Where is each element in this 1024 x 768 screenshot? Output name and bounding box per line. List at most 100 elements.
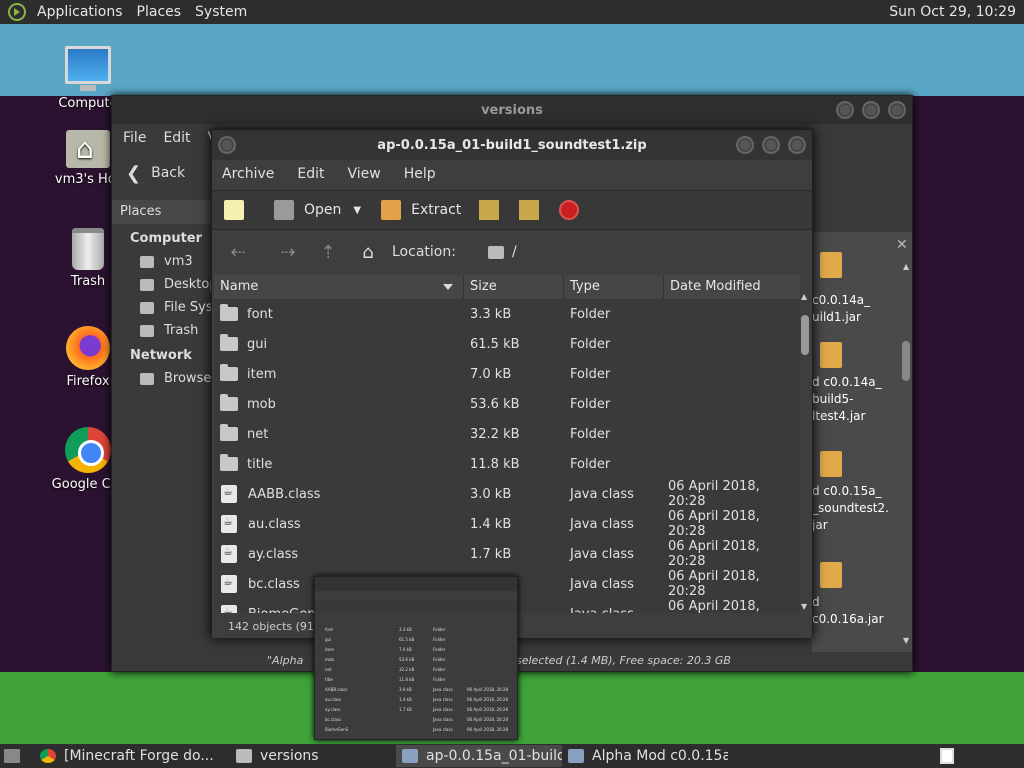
menu-edit[interactable]: Edit	[297, 166, 324, 182]
desktop-icon	[140, 278, 154, 291]
taskbar-item-archive[interactable]: ap-0.0.15a_01-build...	[396, 745, 562, 767]
stop-icon[interactable]	[559, 200, 580, 220]
row-type: Folder	[570, 306, 611, 322]
archive-titlebar[interactable]: ap-0.0.15a_01-build1_soundtest1.zip	[212, 130, 812, 160]
taskbar-item-chrome[interactable]: [Minecraft Forge do...	[34, 745, 230, 767]
clock[interactable]: Sun Oct 29, 10:29	[889, 4, 1016, 20]
scroll-down-icon[interactable]: ▼	[903, 636, 909, 645]
row-type: Folder	[570, 336, 611, 352]
archive-file-list[interactable]: Name Size Type Date Modified font 3.3 kB F…	[214, 275, 800, 613]
window-menu-button[interactable]	[218, 136, 236, 154]
column-header-type[interactable]: Type	[564, 275, 664, 299]
scrollbar-thumb[interactable]	[902, 341, 910, 381]
scroll-up-icon[interactable]: ▲	[903, 262, 909, 271]
sidebar-item-browse-network[interactable]: Browse N	[112, 367, 212, 390]
scroll-up-icon[interactable]: ▲	[801, 292, 807, 301]
table-row[interactable]: AABB.class 3.0 kB Java class 06 April 2018,…	[214, 479, 800, 509]
window-preview-thumbnail[interactable]: font 3.3 kB Folder gui 61.5 kB Folder item 7.0 …	[314, 576, 518, 740]
window-title: ap-0.0.15a_01-build1_soundtest1.zip	[377, 137, 647, 153]
vertical-scrollbar[interactable]: ▲ ▼	[800, 292, 810, 612]
minimize-button[interactable]	[736, 136, 754, 154]
menu-edit[interactable]: Edit	[163, 130, 190, 146]
distro-logo-icon[interactable]	[8, 3, 26, 21]
maximize-button[interactable]	[762, 136, 780, 154]
add-files-icon[interactable]	[479, 200, 500, 220]
folder-icon	[236, 749, 252, 763]
sidebar-item-vm3[interactable]: vm3	[112, 250, 212, 273]
up-icon[interactable]: ⇡	[316, 242, 340, 263]
maximize-button[interactable]	[862, 101, 880, 119]
new-archive-icon[interactable]	[224, 200, 244, 220]
home-icon[interactable]: ⌂	[356, 242, 380, 263]
menu-view[interactable]: View	[348, 166, 381, 182]
menu-places[interactable]: Places	[134, 4, 185, 20]
row-name: font	[247, 306, 273, 322]
close-button[interactable]	[788, 136, 806, 154]
menu-file[interactable]: File	[123, 130, 146, 146]
home-icon	[140, 255, 154, 268]
table-row[interactable]: item 7.0 kB Folder	[214, 359, 800, 389]
thumbnail-row: bc.class Java class 06 April 2018, 20:28	[325, 717, 509, 722]
java-class-icon	[221, 605, 237, 613]
scroll-down-icon[interactable]: ▼	[801, 602, 807, 611]
file-item-jar[interactable]: d c0.0.15a_ _soundtest2. jar	[812, 451, 894, 534]
vertical-scrollbar[interactable]: ▲ ▼	[902, 262, 910, 646]
jar-file-icon	[820, 342, 842, 368]
add-folder-icon[interactable]	[519, 200, 540, 220]
file-item-jar[interactable]: d c0.0.16a.jar	[812, 562, 894, 628]
folder-icon	[487, 245, 504, 259]
file-item-jar[interactable]: d c0.0.14a_ build5- ltest4.jar	[812, 342, 894, 425]
open-dropdown-icon[interactable]: ▼	[353, 205, 361, 216]
thumbnail-row: ay.class 1.7 kB Java class 06 April 2018, 2…	[325, 707, 509, 712]
sidebar-item-filesystem[interactable]: File Syst	[112, 296, 212, 319]
close-button[interactable]	[888, 101, 906, 119]
versions-titlebar[interactable]: versions	[112, 96, 912, 124]
taskbar-item-alpha-mod[interactable]: Alpha Mod c0.0.15a...	[562, 745, 728, 767]
workspace-switcher-icon[interactable]	[940, 748, 954, 764]
row-type: Folder	[570, 456, 611, 472]
table-row[interactable]: font 3.3 kB Folder	[214, 299, 800, 329]
location-bar: ⇠ ⇢ ⇡ ⌂ Location: /	[212, 232, 812, 272]
show-desktop-icon[interactable]	[4, 749, 20, 763]
sidebar-item-desktop[interactable]: Desktop	[112, 273, 212, 296]
back-button[interactable]: Back	[151, 165, 185, 181]
row-type: Java class	[564, 607, 664, 614]
back-icon[interactable]: ⇠	[226, 242, 250, 263]
table-row[interactable]: net 32.2 kB Folder	[214, 419, 800, 449]
row-type: Folder	[570, 396, 611, 412]
column-header-date[interactable]: Date Modified	[664, 275, 800, 299]
column-header-size[interactable]: Size	[464, 275, 564, 299]
taskbar-item-versions[interactable]: versions	[230, 745, 396, 767]
open-icon[interactable]	[274, 200, 294, 220]
row-size: 1.4 kB	[470, 516, 512, 532]
column-header-name[interactable]: Name	[214, 275, 464, 299]
network-icon	[140, 372, 154, 385]
scrollbar-thumb[interactable]	[801, 315, 809, 355]
menu-help[interactable]: Help	[404, 166, 436, 182]
close-icon[interactable]: ✕	[896, 237, 908, 253]
table-row[interactable]: mob 53.6 kB Folder	[214, 389, 800, 419]
row-name: bc.class	[248, 576, 300, 592]
table-row[interactable]: ay.class 1.7 kB Java class 06 April 2018, 2…	[214, 539, 800, 569]
forward-icon[interactable]: ⇢	[276, 242, 300, 263]
row-name: gui	[247, 336, 268, 352]
menu-system[interactable]: System	[192, 4, 250, 20]
minimize-button[interactable]	[836, 101, 854, 119]
window-title: versions	[481, 102, 543, 118]
row-type: Folder	[570, 366, 611, 382]
table-row[interactable]: au.class 1.4 kB Java class 06 April 2018, 2…	[214, 509, 800, 539]
location-field[interactable]: /	[487, 244, 517, 260]
table-row[interactable]: gui 61.5 kB Folder	[214, 329, 800, 359]
sidebar-item-trash[interactable]: Trash	[112, 319, 212, 342]
extract-icon[interactable]	[381, 200, 402, 220]
menu-archive[interactable]: Archive	[222, 166, 274, 182]
open-button[interactable]: Open	[304, 202, 341, 218]
extract-button[interactable]: Extract	[411, 202, 461, 218]
back-arrow-icon[interactable]: ❮	[126, 163, 141, 184]
bottom-taskbar: [Minecraft Forge do... versions ap-0.0.1…	[0, 744, 1024, 768]
table-row[interactable]: title 11.8 kB Folder	[214, 449, 800, 479]
file-item-jar[interactable]: c0.0.14a_ uild1.jar	[812, 252, 894, 326]
row-name: item	[247, 366, 277, 382]
menu-applications[interactable]: Applications	[34, 4, 126, 20]
places-selector[interactable]: Places	[112, 200, 212, 224]
